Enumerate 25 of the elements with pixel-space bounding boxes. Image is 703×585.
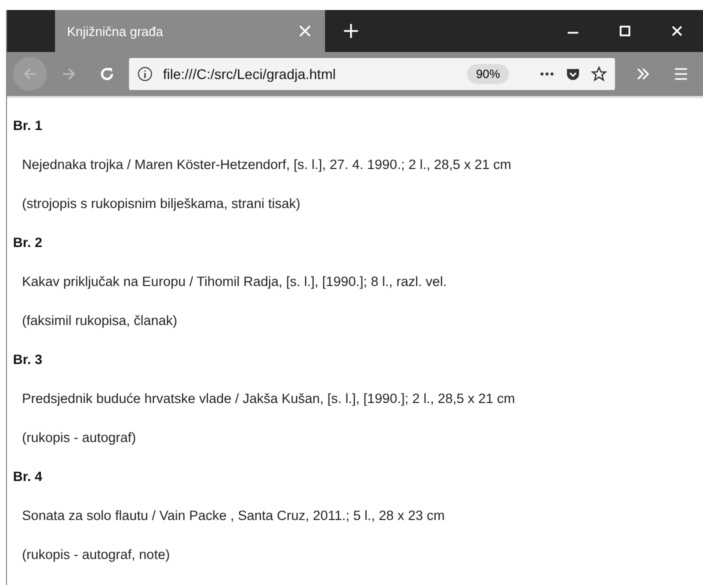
zoom-level[interactable]: 90%	[466, 64, 509, 84]
chevrons-icon[interactable]	[635, 66, 651, 82]
entry-heading: Br. 3	[13, 351, 44, 369]
plus-icon[interactable]	[343, 23, 359, 39]
entry-text: (faksimil rukopisa, članak)	[21, 312, 178, 330]
entry-text: Kakav priključak na Europu / Tihomil Radja, [s. l.], [1990.]; 8 l., razl. vel.	[21, 273, 448, 291]
star-icon[interactable]	[591, 66, 607, 82]
entry-text: (rukopis - autograf)	[21, 429, 138, 447]
tab-title: Knjižnična građa	[67, 24, 164, 38]
entry-heading: Br. 1	[13, 117, 44, 135]
entry-text: Sonata za solo flautu / Vain Packe , Santa Cruz, 2011.; 5 l., 28 x 23 cm	[21, 507, 446, 525]
address-bar[interactable]: file:///C:/src/Leci/gradja.html 90%	[129, 58, 615, 90]
entry-heading: Br. 4	[13, 468, 44, 486]
reload-icon[interactable]	[99, 66, 115, 82]
entry-text: Predsjednik buduće hrvatske vlade / Jakša Kušan, [s. l.], [1990.]; 2 l., 28,5 x 21 cm	[21, 390, 516, 408]
entry-text: Nejednaka trojka / Maren Köster-Hetzendorf, [s. l.], 27. 4. 1990.; 2 l., 28,5 x 21 cm	[21, 156, 512, 174]
entry-text: (rukopis - autograf, note)	[21, 546, 171, 564]
entry-heading: Br. 2	[13, 234, 44, 252]
info-icon[interactable]	[137, 66, 153, 82]
url-text: file:///C:/src/Leci/gradja.html	[163, 66, 337, 82]
shield-icon[interactable]	[565, 66, 581, 82]
close-icon[interactable]	[670, 24, 684, 38]
menu-icon[interactable]	[673, 66, 689, 82]
maximize-icon[interactable]	[618, 24, 632, 38]
entry-text: (strojopis s rukopisnim bilješkama, strani tisak)	[21, 195, 302, 213]
